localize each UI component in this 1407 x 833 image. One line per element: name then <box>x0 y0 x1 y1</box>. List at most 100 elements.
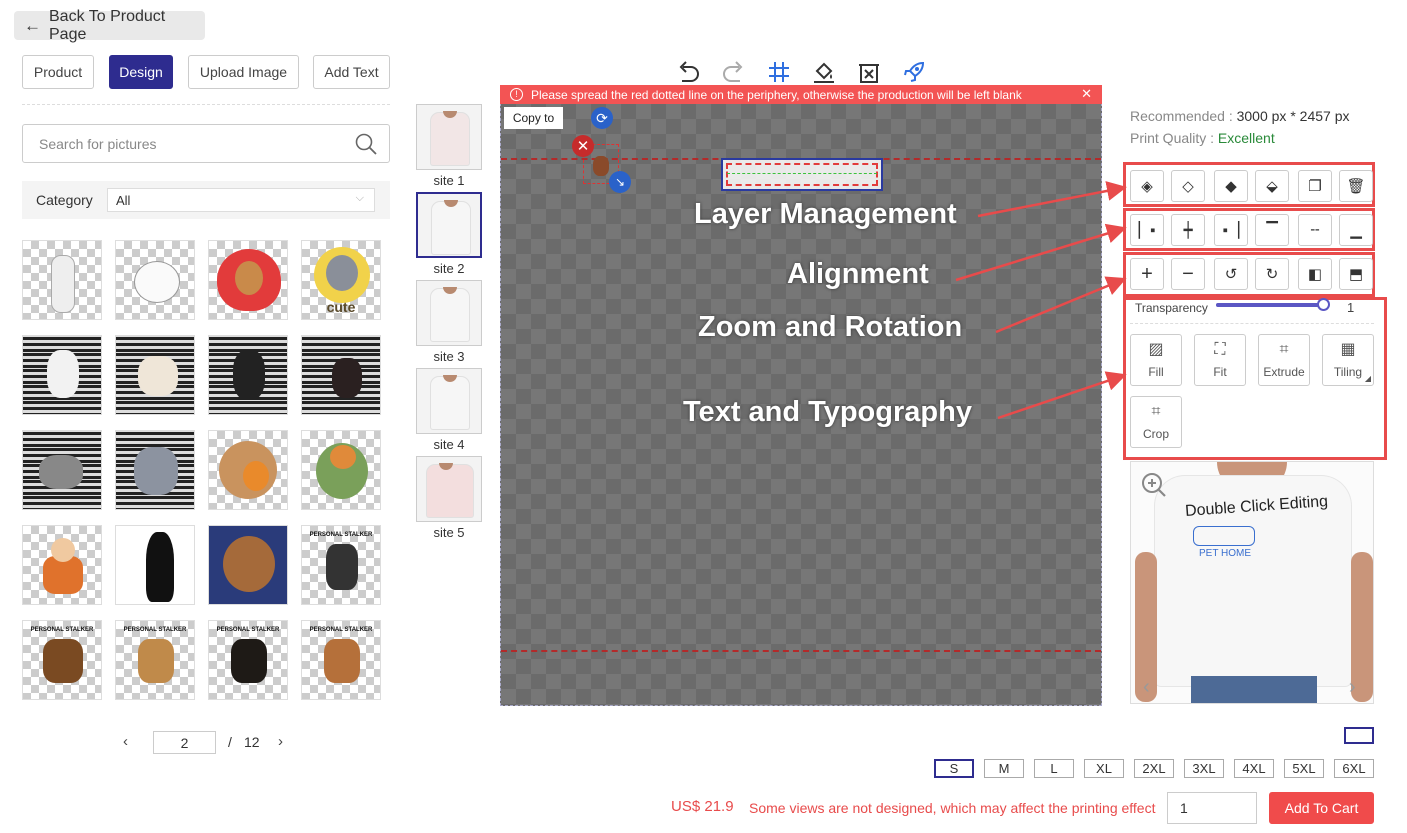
page-total: 12 <box>244 734 260 750</box>
gallery-item[interactable] <box>208 240 288 320</box>
rotate-left-icon: ↺ <box>1224 266 1238 283</box>
align-middle-button[interactable]: ╌ <box>1298 214 1332 246</box>
rotate-handle-icon[interactable]: ⟳ <box>591 107 613 129</box>
gallery-item[interactable]: PERSONAL STALKER <box>115 620 195 700</box>
gallery-item[interactable] <box>22 335 102 415</box>
gallery-item[interactable] <box>301 335 381 415</box>
back-to-product-button[interactable]: ← Back To Product Page <box>14 8 205 43</box>
fit-button[interactable]: ⛶ Fit <box>1194 334 1246 386</box>
poodle-image <box>324 639 360 683</box>
extrude-button[interactable]: ⌗ Extrude <box>1258 334 1310 386</box>
gallery-item[interactable] <box>208 335 288 415</box>
flip-horizontal-button[interactable]: ◧ <box>1298 258 1332 290</box>
tools-divider <box>1130 323 1374 324</box>
rotate-left-button[interactable]: ↺ <box>1214 258 1248 290</box>
size-option[interactable]: 5XL <box>1284 759 1324 778</box>
size-option[interactable]: L <box>1034 759 1074 778</box>
flip-vertical-button[interactable]: ⬒ <box>1339 258 1373 290</box>
layers-front-icon: ◈ <box>1141 178 1153 195</box>
rotate-right-button[interactable]: ↻ <box>1255 258 1289 290</box>
size-option[interactable]: 3XL <box>1184 759 1224 778</box>
align-right-button[interactable]: ▪▕ <box>1214 214 1248 246</box>
bring-to-front-button[interactable]: ◈ <box>1130 170 1164 202</box>
quantity-input[interactable]: 1 <box>1167 792 1257 824</box>
align-left-button[interactable]: ▏▪ <box>1130 214 1164 246</box>
gallery-item[interactable] <box>115 430 195 510</box>
zoom-in-button[interactable]: + <box>1130 258 1164 290</box>
rocket-icon[interactable] <box>903 61 925 83</box>
transparency-label: Transparency <box>1135 301 1208 315</box>
chevron-right-icon[interactable]: › <box>278 733 283 750</box>
size-option[interactable]: XL <box>1084 759 1124 778</box>
gallery-item[interactable]: PERSONAL STALKER <box>22 620 102 700</box>
align-top-button[interactable]: ▔ <box>1255 214 1289 246</box>
zoom-out-button[interactable]: − <box>1171 258 1205 290</box>
gallery-item[interactable] <box>22 240 102 320</box>
size-option[interactable]: 4XL <box>1234 759 1274 778</box>
size-option[interactable]: M <box>984 759 1024 778</box>
search-input[interactable]: Search for pictures <box>22 124 390 163</box>
undo-icon[interactable] <box>676 61 700 83</box>
gallery-item[interactable] <box>115 525 195 605</box>
gallery-item[interactable]: PERSONAL STALKER <box>301 525 381 605</box>
delete-handle-icon[interactable]: ✕ <box>572 135 594 157</box>
gallery-item[interactable] <box>115 335 195 415</box>
fill-button[interactable]: ▨ Fill <box>1130 334 1182 386</box>
category-select[interactable]: All ⌵ <box>107 188 375 212</box>
preview-next-icon[interactable]: › <box>1349 676 1356 699</box>
resize-handle-icon[interactable]: ↘ <box>609 171 631 193</box>
size-option[interactable]: 6XL <box>1334 759 1374 778</box>
align-middle-icon: ╌ <box>1310 222 1320 239</box>
gallery-item[interactable] <box>208 430 288 510</box>
site-thumbnail-1[interactable] <box>416 104 482 170</box>
gallery-item[interactable] <box>208 525 288 605</box>
crop-button[interactable]: ⌗ Crop <box>1130 396 1182 448</box>
category-label: Category <box>36 192 93 208</box>
align-bottom-button[interactable]: ▁ <box>1339 214 1373 246</box>
chevron-left-icon[interactable]: ‹ <box>123 733 128 750</box>
site-label-5: site 5 <box>433 525 465 540</box>
tab-upload-image[interactable]: Upload Image <box>188 55 299 89</box>
gallery-item[interactable] <box>22 430 102 510</box>
align-center-h-button[interactable]: ┿ <box>1171 214 1205 246</box>
transparency-slider-handle[interactable] <box>1317 298 1330 311</box>
tab-product[interactable]: Product <box>22 55 94 89</box>
site-thumbnail-5[interactable] <box>416 456 482 522</box>
preview-prev-icon[interactable]: ‹ <box>1143 676 1150 699</box>
clear-canvas-icon[interactable] <box>858 61 880 83</box>
delete-button[interactable]: 🗑 <box>1339 170 1373 202</box>
size-option[interactable]: 2XL <box>1134 759 1174 778</box>
gallery-item[interactable]: cute <box>301 240 381 320</box>
tiling-button[interactable]: ▦ Tiling ◢ <box>1322 334 1374 386</box>
send-to-back-button[interactable]: ⬙ <box>1255 170 1289 202</box>
tshirt-image <box>427 463 473 517</box>
transparency-slider-fill <box>1216 303 1324 307</box>
fit-corners-icon: ⛶ <box>1214 341 1226 358</box>
site-thumbnail-2[interactable] <box>416 192 482 258</box>
tab-design[interactable]: Design <box>109 55 173 89</box>
gallery-item[interactable]: PERSONAL STALKER <box>208 620 288 700</box>
site-thumbnail-4[interactable] <box>416 368 482 434</box>
color-swatch-white[interactable] <box>1344 727 1374 744</box>
gallery-item[interactable] <box>301 430 381 510</box>
paint-bucket-icon[interactable] <box>813 61 835 83</box>
gallery-item[interactable] <box>115 240 195 320</box>
page-number-input[interactable]: 2 <box>153 731 216 754</box>
site-thumbnail-3[interactable] <box>416 280 482 346</box>
copy-to-button[interactable]: Copy to <box>504 107 563 129</box>
duplicate-button[interactable]: ❐ <box>1298 170 1332 202</box>
dark-cat-image <box>332 358 362 398</box>
search-icon[interactable] <box>355 133 377 155</box>
redo-icon[interactable] <box>722 61 746 83</box>
gallery-item[interactable] <box>22 525 102 605</box>
send-backward-button[interactable]: ◆ <box>1214 170 1248 202</box>
close-icon[interactable]: ✕ <box>1081 86 1092 102</box>
gallery-item[interactable]: PERSONAL STALKER <box>301 620 381 700</box>
text-element[interactable] <box>721 158 883 191</box>
bring-forward-button[interactable]: ◇ <box>1171 170 1205 202</box>
tab-add-text[interactable]: Add Text <box>313 55 390 89</box>
zoom-in-icon[interactable] <box>1141 472 1167 498</box>
grid-icon[interactable] <box>768 61 790 83</box>
add-to-cart-button[interactable]: Add To Cart <box>1269 792 1374 824</box>
size-option[interactable]: S <box>934 759 974 778</box>
